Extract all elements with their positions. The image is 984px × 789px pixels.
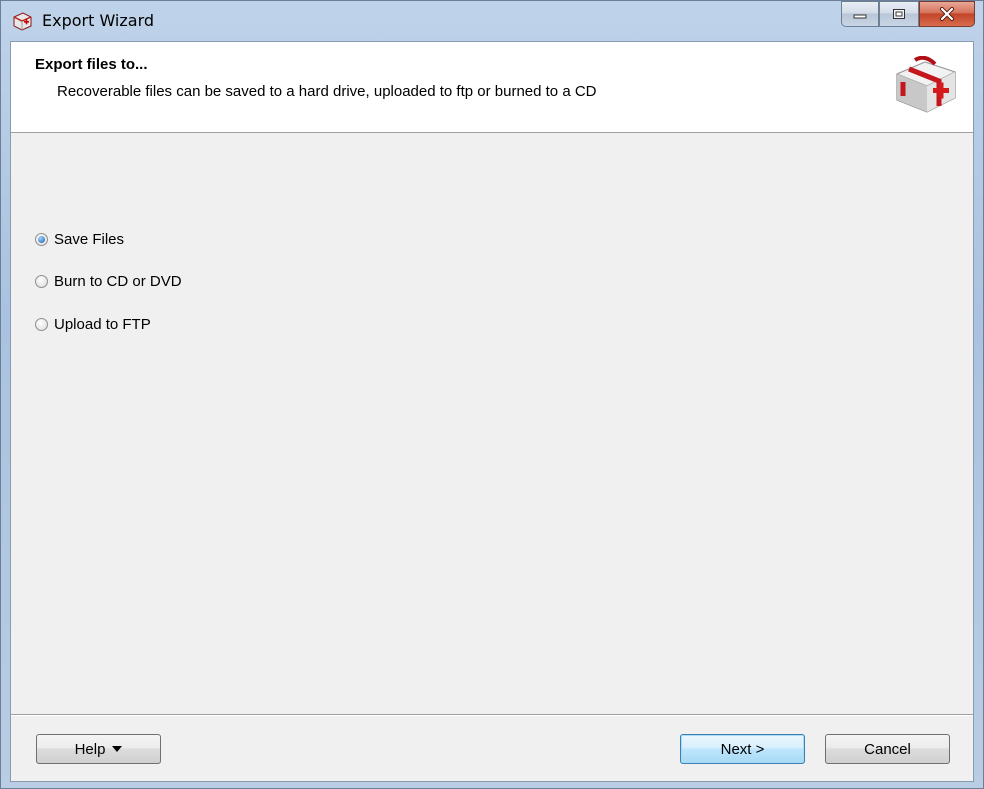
page-subtitle: Recoverable files can be saved to a hard… [57,83,597,100]
footer-divider [11,714,973,716]
wizard-header: Export files to... Recoverable files can… [11,42,973,133]
minimize-button[interactable] [841,1,879,27]
burn-cd-dvd-label: Burn to CD or DVD [54,273,182,290]
option-burn-cd-dvd[interactable]: Burn to CD or DVD [35,273,182,290]
cancel-button[interactable]: Cancel [825,734,950,764]
upload-ftp-radio[interactable] [35,318,48,331]
caption-buttons [841,1,975,29]
upload-ftp-label: Upload to FTP [54,316,151,333]
option-save-files[interactable]: Save Files [35,231,124,248]
minimize-icon [853,14,867,19]
close-button[interactable] [919,1,975,27]
burn-cd-dvd-radio[interactable] [35,275,48,288]
cancel-button-label: Cancel [864,740,911,758]
next-button[interactable]: Next > [680,734,805,764]
close-icon [940,7,954,21]
help-button[interactable]: Help [36,734,161,764]
first-aid-kit-icon [13,12,32,31]
option-upload-ftp[interactable]: Upload to FTP [35,316,151,333]
save-files-radio[interactable] [35,233,48,246]
maximize-button[interactable] [879,1,919,27]
maximize-icon [893,9,905,19]
window-title: Export Wizard [42,11,155,30]
export-wizard-window: Export Wizard Export files to... Recover… [0,0,984,789]
page-title: Export files to... [35,56,148,73]
first-aid-kit-icon [895,56,957,113]
wizard-client-area: Export files to... Recoverable files can… [10,41,974,782]
next-button-label: Next > [720,740,765,758]
dropdown-arrow-icon [112,746,123,752]
save-files-label: Save Files [54,231,125,248]
title-bar[interactable]: Export Wizard [1,1,983,41]
help-button-label: Help [74,740,106,758]
